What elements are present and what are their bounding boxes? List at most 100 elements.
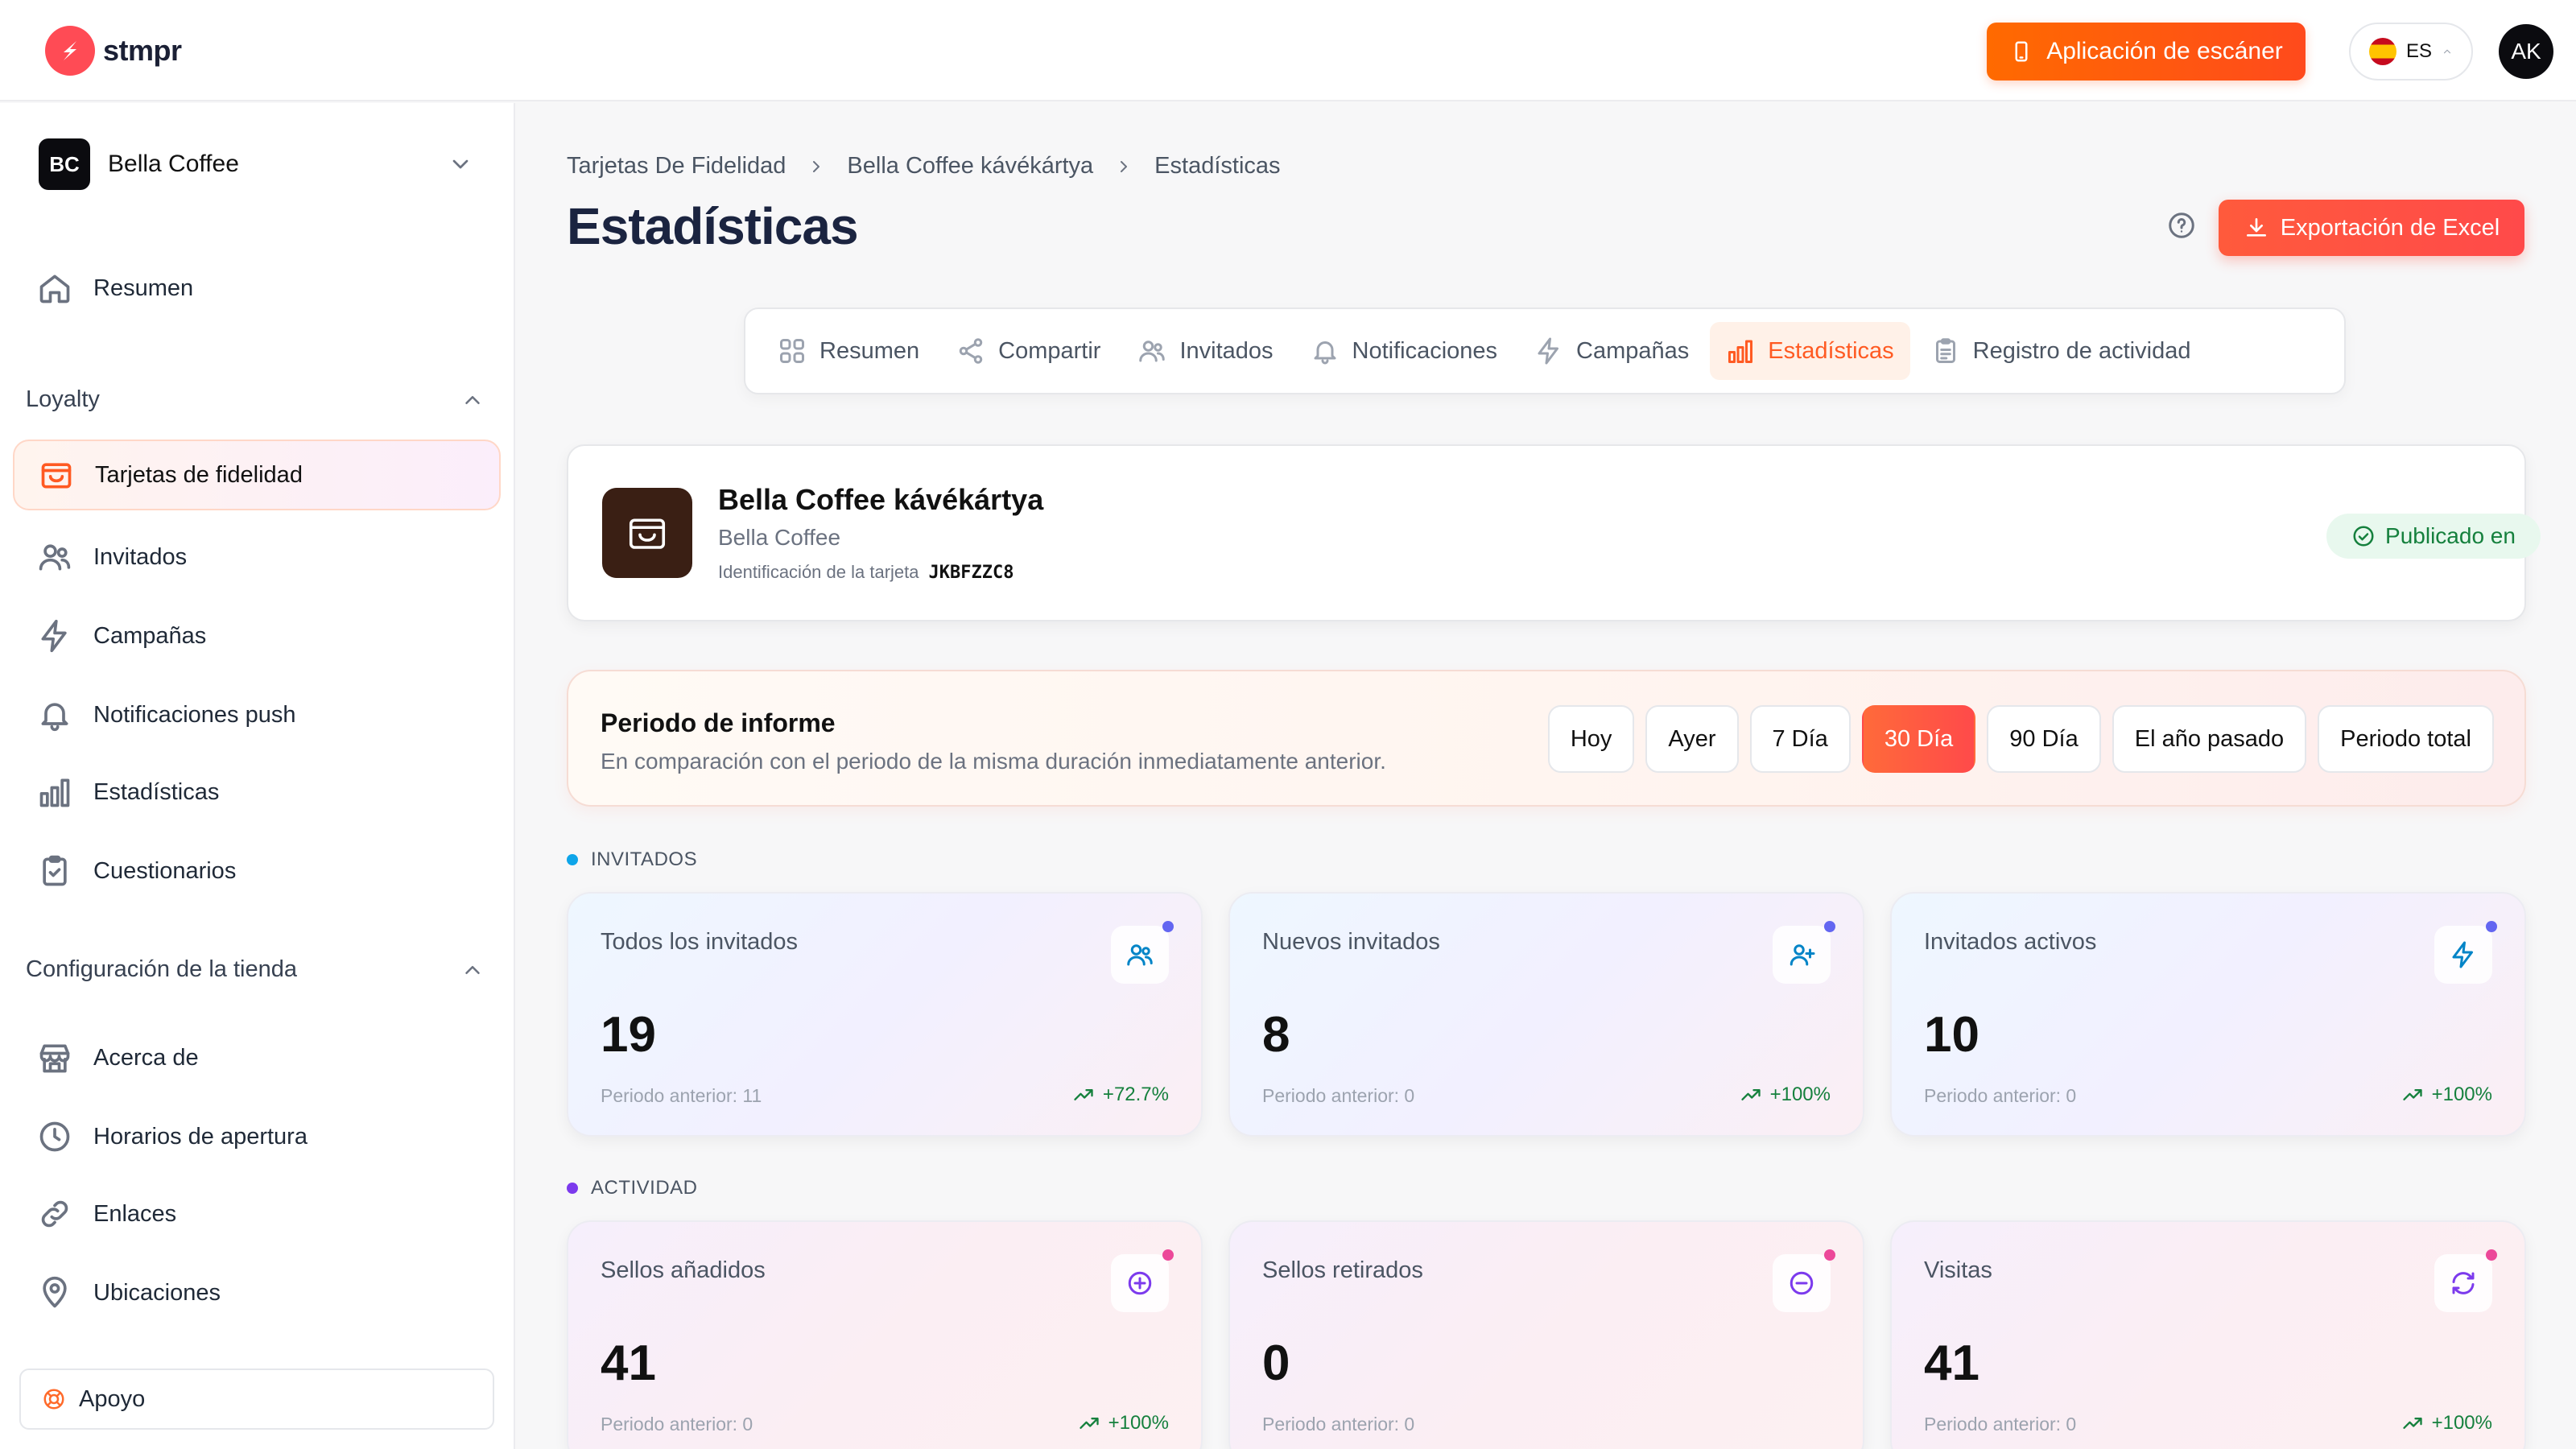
- brand-logo[interactable]: stmpr: [45, 26, 182, 76]
- wallet-icon: [41, 463, 72, 489]
- trending-up-icon: [2402, 1089, 2422, 1100]
- loyalty-section-title: Loyalty: [26, 386, 100, 412]
- stat-label: Visitas: [1924, 1257, 1992, 1283]
- loyalty-section-header[interactable]: Loyalty: [26, 386, 485, 413]
- sidebar-item-about[interactable]: Acerca de: [13, 1022, 501, 1093]
- tab-notifications[interactable]: Notificaciones: [1294, 322, 1514, 380]
- grid-icon: [780, 339, 804, 363]
- excel-export-label: Exportación de Excel: [2280, 214, 2500, 241]
- sidebar-item-overview[interactable]: Resumen: [13, 253, 501, 324]
- store-logo: BC: [39, 138, 90, 190]
- phone-icon: [2015, 41, 2028, 62]
- chevron-down-icon: [452, 159, 469, 169]
- stat-value: 41: [1924, 1335, 1979, 1391]
- sidebar-item-statistics[interactable]: Estadísticas: [13, 757, 501, 828]
- store-settings-section-header[interactable]: Configuración de la tienda: [26, 956, 485, 983]
- breadcrumb-item[interactable]: Bella Coffee kávékártya: [847, 153, 1093, 180]
- clock-icon: [39, 1121, 70, 1152]
- status-badge: Publicado en: [2326, 514, 2541, 559]
- excel-export-button[interactable]: Exportación de Excel: [2219, 200, 2524, 256]
- sidebar-item-label: Resumen: [93, 275, 194, 301]
- period-option-total[interactable]: Periodo total: [2318, 705, 2494, 773]
- tab-statistics[interactable]: Estadísticas: [1710, 322, 1910, 380]
- support-button[interactable]: Apoyo: [19, 1368, 494, 1430]
- period-option-yesterday[interactable]: Ayer: [1645, 705, 1739, 773]
- stat-label: Nuevos invitados: [1262, 929, 1440, 955]
- stat-change: +100%: [1740, 1084, 1831, 1106]
- tab-label: Compartir: [998, 337, 1101, 364]
- bolt-icon: [2434, 921, 2497, 984]
- report-period-title: Periodo de informe: [601, 708, 836, 737]
- scanner-app-button[interactable]: Aplicación de escáner: [1987, 23, 2306, 80]
- card-id-value: JKBFZZC8: [928, 563, 1014, 583]
- sidebar-item-label: Ubicaciones: [93, 1279, 221, 1306]
- user-avatar[interactable]: AK: [2499, 24, 2553, 79]
- tab-overview[interactable]: Resumen: [762, 322, 935, 380]
- section-dot: [567, 1183, 578, 1194]
- tab-label: Campañas: [1576, 337, 1690, 364]
- tab-label: Registro de actividad: [1972, 337, 2191, 364]
- sidebar-item-campaigns[interactable]: Campañas: [13, 601, 501, 671]
- breadcrumb-item[interactable]: Tarjetas De Fidelidad: [567, 153, 786, 180]
- lifebuoy-icon: [43, 1389, 64, 1410]
- stat-change: +100%: [2401, 1084, 2492, 1106]
- stmpr-logo-icon: [45, 26, 95, 76]
- help-icon[interactable]: [2167, 211, 2196, 240]
- users-icon: [1139, 341, 1166, 362]
- tab-label: Resumen: [819, 337, 920, 364]
- period-option-last-year[interactable]: El año pasado: [2112, 705, 2307, 773]
- chevron-up-icon: [465, 965, 480, 974]
- tab-share[interactable]: Compartir: [940, 322, 1117, 380]
- sidebar-item-locations[interactable]: Ubicaciones: [13, 1257, 501, 1328]
- users-icon: [1111, 921, 1174, 984]
- tab-activity-log[interactable]: Registro de actividad: [1915, 322, 2207, 380]
- period-option-30-days[interactable]: 30 Día: [1861, 705, 1976, 773]
- tab-label: Estadísticas: [1768, 337, 1894, 364]
- sidebar-item-guests[interactable]: Invitados: [13, 522, 501, 592]
- check-circle-icon: [2353, 526, 2374, 547]
- sidebar-item-label: Acerca de: [93, 1044, 199, 1071]
- chevron-up-icon: [2443, 49, 2451, 54]
- plus-circle-icon: [1111, 1249, 1174, 1312]
- language-selector[interactable]: ES: [2349, 23, 2473, 80]
- bolt-icon: [41, 619, 67, 653]
- stat-value: 10: [1924, 1007, 1979, 1063]
- sidebar-item-label: Enlaces: [93, 1200, 177, 1227]
- page-title: Estadísticas: [567, 197, 859, 255]
- stat-value: 19: [601, 1007, 656, 1063]
- top-bar: stmpr Aplicación de escáner ES AK: [0, 0, 2576, 101]
- stat-value: 8: [1262, 1007, 1290, 1063]
- link-icon: [41, 1200, 68, 1228]
- guests-section-label: INVITADOS: [567, 848, 697, 871]
- store-settings-section-title: Configuración de la tienda: [26, 956, 297, 982]
- breadcrumb-item-current: Estadísticas: [1154, 153, 1281, 179]
- tab-label: Invitados: [1179, 337, 1274, 364]
- sidebar-item-questionnaires[interactable]: Cuestionarios: [13, 836, 501, 906]
- sidebar-item-push-notifications[interactable]: Notificaciones push: [13, 679, 501, 750]
- stat-change: +72.7%: [1072, 1084, 1169, 1106]
- period-option-7-days[interactable]: 7 Día: [1749, 705, 1851, 773]
- store-selector[interactable]: BC Bella Coffee: [39, 134, 473, 195]
- section-dot: [567, 854, 578, 865]
- sidebar-item-links[interactable]: Enlaces: [13, 1179, 501, 1249]
- stat-change: +100%: [2401, 1412, 2492, 1435]
- tab-campaigns[interactable]: Campañas: [1518, 322, 1705, 380]
- stat-previous: Periodo anterior: 0: [1924, 1414, 2077, 1435]
- loyalty-card-summary: Bella Coffee kávékártya Bella Coffee Ide…: [567, 444, 2541, 621]
- status-label: Publicado en: [2385, 523, 2516, 548]
- activity-section-title: ACTIVIDAD: [591, 1177, 698, 1199]
- stat-change: +100%: [1078, 1412, 1169, 1435]
- period-option-today[interactable]: Hoy: [1547, 705, 1635, 773]
- sidebar-item-label: Campañas: [93, 622, 207, 649]
- period-option-90-days[interactable]: 90 Día: [1987, 705, 2101, 773]
- refresh-icon: [2434, 1249, 2497, 1312]
- main-content: Tarjetas De Fidelidad Bella Coffee kávék…: [517, 103, 2576, 1449]
- tab-guests[interactable]: Invitados: [1121, 322, 1289, 380]
- sidebar-item-loyalty-cards[interactable]: Tarjetas de fidelidad: [13, 440, 501, 510]
- stat-label: Todos los invitados: [601, 929, 799, 955]
- stat-label: Sellos retirados: [1262, 1257, 1423, 1283]
- sidebar-item-opening-hours[interactable]: Horarios de apertura: [13, 1101, 501, 1172]
- stat-change-value: +100%: [1108, 1412, 1169, 1434]
- bolt-icon: [1538, 337, 1559, 365]
- card-id-row: Identificación de la tarjeta JKBFZZC8: [718, 562, 1013, 583]
